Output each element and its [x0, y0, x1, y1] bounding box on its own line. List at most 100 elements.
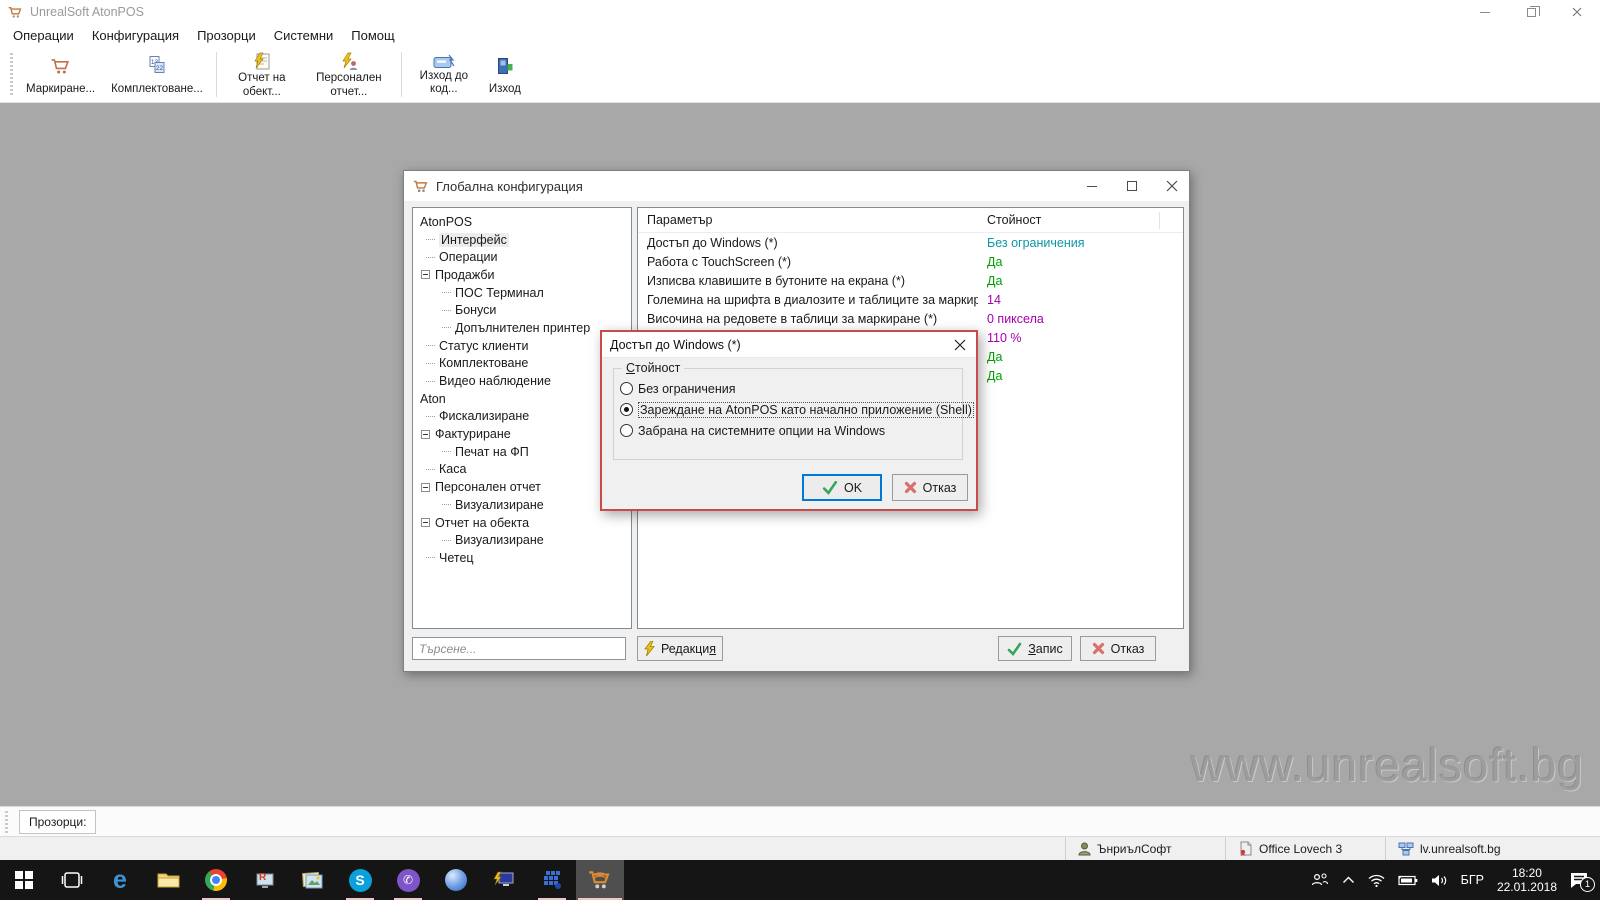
- start-button[interactable]: [0, 860, 48, 900]
- edge-button[interactable]: e: [96, 860, 144, 900]
- param-row[interactable]: Изписва клавишите в бутоните на екрана (…: [638, 271, 1183, 290]
- speaker-icon[interactable]: [1431, 874, 1448, 887]
- cube-app-button[interactable]: [528, 860, 576, 900]
- lightning-icon: [644, 641, 655, 656]
- tree-item-operations[interactable]: Операции: [413, 248, 631, 266]
- windows-label: Прозорци:: [19, 810, 96, 834]
- hidden-icons-chevron[interactable]: [1342, 876, 1355, 884]
- tree-item-bonuses[interactable]: Бонуси: [413, 301, 631, 319]
- save-button[interactable]: Запис: [998, 636, 1072, 661]
- clock-date: 22.01.2018: [1497, 880, 1557, 894]
- tree-item-sales[interactable]: Продажби: [413, 266, 631, 284]
- wifi-icon[interactable]: [1368, 874, 1385, 887]
- maximize-button[interactable]: [1125, 179, 1139, 193]
- param-row[interactable]: Работа с TouchScreen (*)Да: [638, 252, 1183, 271]
- folder-icon: [157, 871, 180, 889]
- tree-item-komplektovane[interactable]: Комплектоване: [413, 355, 631, 373]
- photos-button[interactable]: [288, 860, 336, 900]
- clock-time: 18:20: [1497, 866, 1557, 880]
- tree-item-interface[interactable]: Интерфейс: [413, 231, 631, 249]
- tree-item-reader[interactable]: Четец: [413, 549, 631, 567]
- komplektovane-button[interactable]: 1322 Комплектоване...: [103, 49, 211, 100]
- tree-item-fp-print[interactable]: Печат на ФП: [413, 443, 631, 461]
- param-row[interactable]: Големина на шрифта в диалозите и таблици…: [638, 290, 1183, 309]
- collapse-icon[interactable]: [421, 483, 430, 492]
- exit-button[interactable]: Изход: [481, 49, 529, 100]
- object-report-icon: [252, 52, 272, 72]
- taskbar-clock[interactable]: 18:20 22.01.2018: [1497, 866, 1557, 894]
- collapse-icon[interactable]: [421, 430, 430, 439]
- object-report-button[interactable]: Отчет на обект...: [222, 49, 302, 100]
- cancel-button[interactable]: Отказ: [892, 474, 968, 501]
- collapse-icon[interactable]: [421, 518, 430, 527]
- menu-system[interactable]: Системни: [265, 26, 343, 45]
- user-icon: [1078, 842, 1091, 856]
- menu-windows[interactable]: Прозорци: [188, 26, 265, 45]
- close-button[interactable]: [1165, 179, 1179, 193]
- minimize-icon: [1480, 12, 1490, 13]
- tree-item-fiscal[interactable]: Фискализиране: [413, 408, 631, 426]
- close-button[interactable]: [1554, 0, 1600, 24]
- tree-item-extra-printer[interactable]: Допълнителен принтер: [413, 319, 631, 337]
- skype-button[interactable]: S: [336, 860, 384, 900]
- remote-desktop-button[interactable]: R: [240, 860, 288, 900]
- param-row[interactable]: Достъп до Windows (*)Без ограничения: [638, 233, 1183, 252]
- people-icon[interactable]: [1311, 873, 1329, 887]
- restore-button[interactable]: [1508, 0, 1554, 24]
- atonpos-taskbar-button[interactable]: [576, 860, 624, 900]
- tree-item-pos-terminal[interactable]: ПОС Терминал: [413, 284, 631, 302]
- minimize-button[interactable]: [1085, 179, 1099, 193]
- sphere-app-button[interactable]: [432, 860, 480, 900]
- menu-help[interactable]: Помощ: [342, 26, 403, 45]
- notification-center-button[interactable]: 1: [1570, 872, 1588, 888]
- menu-operations[interactable]: Операции: [4, 26, 83, 45]
- config-cart-icon: [413, 180, 429, 193]
- close-icon: [1572, 7, 1582, 17]
- photos-icon: [302, 871, 323, 889]
- tree-item-cash[interactable]: Каса: [413, 461, 631, 479]
- tree-item-video[interactable]: Видео наблюдение: [413, 372, 631, 390]
- certificate-icon: [1238, 841, 1253, 856]
- tree-item-personal-report[interactable]: Персонален отчет: [413, 478, 631, 496]
- config-tree-panel: AtonPOS Интерфейс Операции Продажби ПОС …: [412, 207, 632, 629]
- tree-item-client-status[interactable]: Статус клиенти: [413, 337, 631, 355]
- viber-button[interactable]: ✆: [384, 860, 432, 900]
- edge-icon: e: [113, 869, 127, 891]
- skype-icon: S: [349, 869, 372, 892]
- ok-button[interactable]: OK: [802, 474, 882, 501]
- tree-item-atonpos[interactable]: AtonPOS: [413, 213, 631, 231]
- language-indicator[interactable]: БГР: [1461, 873, 1484, 887]
- radio-option-restrict-system[interactable]: Забрана на системните опции на Windows: [620, 420, 962, 441]
- calendar-icon: 1322: [147, 52, 167, 75]
- minimize-button[interactable]: [1462, 0, 1508, 24]
- menu-configuration[interactable]: Конфигурация: [83, 26, 188, 45]
- tree-item-object-report[interactable]: Отчет на обекта: [413, 514, 631, 532]
- maximize-icon: [1127, 181, 1137, 191]
- battery-icon[interactable]: [1398, 875, 1418, 886]
- watermark: www.unrealsoft.bg: [1191, 738, 1584, 792]
- close-button[interactable]: [953, 338, 967, 352]
- edit-button[interactable]: Редакция: [637, 636, 723, 661]
- exit-to-code-button[interactable]: Изход до код...: [407, 49, 481, 100]
- tree-item-invoicing[interactable]: Фактуриране: [413, 425, 631, 443]
- tree-item-visualization[interactable]: Визуализиране: [413, 531, 631, 549]
- search-input[interactable]: [412, 637, 626, 660]
- personal-report-button[interactable]: Персонален отчет...: [302, 49, 396, 100]
- chrome-button[interactable]: [192, 860, 240, 900]
- markirane-button[interactable]: Маркиране...: [18, 49, 103, 100]
- toolbar-separator: [216, 52, 217, 97]
- main-toolbar: Маркиране... 1322 Комплектоване... Отчет…: [0, 46, 1600, 103]
- pos-terminal-button[interactable]: [480, 860, 528, 900]
- radio-option-no-limits[interactable]: Без ограничения: [620, 378, 962, 399]
- remote-desktop-icon: R: [253, 870, 275, 890]
- menu-bar: Операции Конфигурация Прозорци Системни …: [0, 24, 1600, 46]
- task-view-button[interactable]: [48, 860, 96, 900]
- radio-option-shell[interactable]: Зареждане на AtonPOS като начално прилож…: [620, 399, 962, 420]
- tree-item-aton[interactable]: Aton: [413, 390, 631, 408]
- tree-item-visualization[interactable]: Визуализиране: [413, 496, 631, 514]
- param-row[interactable]: Височина на редовете в таблици за маркир…: [638, 309, 1183, 328]
- file-explorer-button[interactable]: [144, 860, 192, 900]
- cancel-button[interactable]: Отказ: [1080, 636, 1156, 661]
- collapse-icon[interactable]: [421, 270, 430, 279]
- config-window-controls: [1085, 171, 1179, 201]
